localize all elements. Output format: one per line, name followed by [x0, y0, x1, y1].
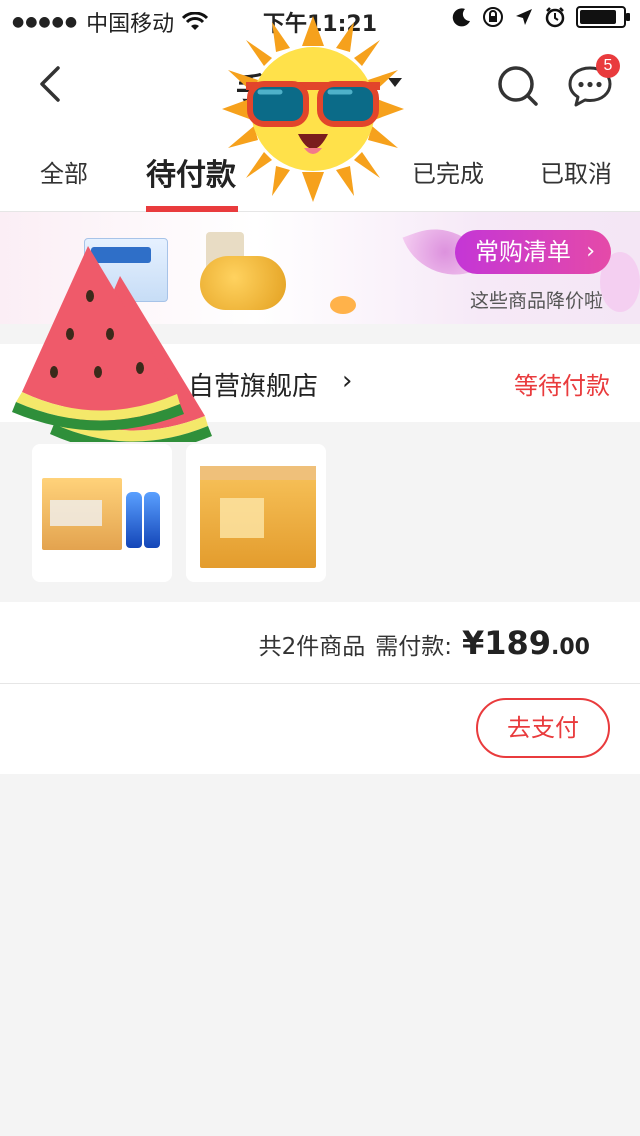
decor-petal	[330, 296, 356, 314]
order-total: 共2件商品 需付款: ¥189 .00	[259, 624, 590, 662]
gift-bag-strip	[200, 466, 316, 480]
search-button[interactable]	[494, 62, 542, 110]
status-right	[452, 6, 630, 28]
tab-cancelled[interactable]: 已取消	[540, 154, 612, 189]
back-button[interactable]	[30, 62, 74, 106]
store-chevron-icon[interactable]: ›	[342, 366, 352, 396]
chevron-right-icon: ›	[586, 239, 595, 264]
rotation-lock-icon	[483, 7, 503, 27]
alarm-icon	[545, 7, 565, 28]
order-actions: 去支付	[0, 684, 640, 774]
pay-button[interactable]: 去支付	[476, 698, 610, 758]
message-count-badge: 5	[596, 54, 620, 78]
messages-button[interactable]: 5	[564, 54, 620, 112]
price-cents: .00	[551, 635, 590, 660]
product-thumbnail[interactable]	[186, 444, 326, 582]
gift-box-label	[50, 500, 102, 526]
frequent-buys-button[interactable]: 常购清单 ›	[455, 230, 611, 274]
product-thumbnail[interactable]	[32, 444, 172, 582]
bottle-image	[144, 492, 160, 548]
frequent-buys-label: 常购清单	[475, 238, 571, 266]
item-count: 共2件商品	[258, 634, 366, 660]
order-total-row: 共2件商品 需付款: ¥189 .00	[0, 602, 640, 684]
need-pay-label: 需付款:	[375, 634, 452, 660]
bottle-image	[126, 492, 142, 548]
tab-all[interactable]: 全部	[40, 154, 88, 189]
battery-icon	[576, 6, 630, 28]
moon-icon	[452, 8, 470, 27]
watermelon-sticker-icon	[12, 246, 212, 442]
tab-completed[interactable]: 已完成	[412, 154, 484, 189]
banner-subtitle: 这些商品降价啦	[470, 290, 604, 312]
sun-sticker-icon	[222, 16, 404, 202]
order-status: 等待付款	[514, 372, 610, 400]
gift-bag-label	[220, 498, 264, 538]
battery-level	[580, 10, 616, 24]
order-products[interactable]	[0, 422, 640, 602]
price-amount: ¥189	[461, 624, 552, 662]
snack-bowl-image	[200, 256, 286, 310]
location-arrow-icon	[516, 9, 532, 25]
